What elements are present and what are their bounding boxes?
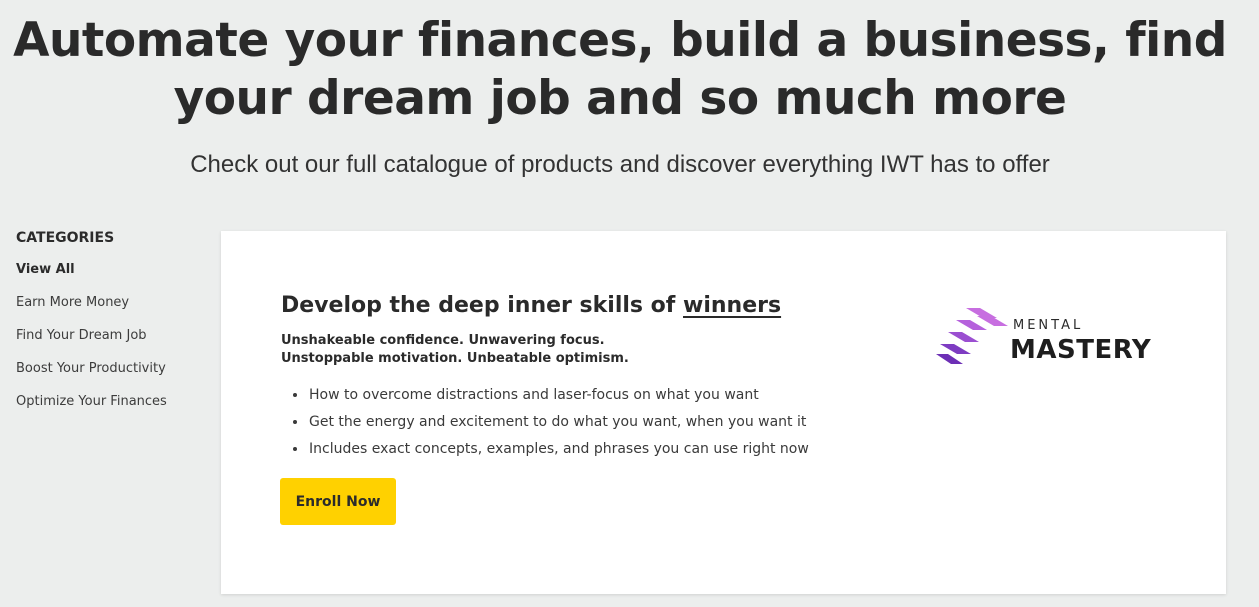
sidebar-item-boost-your-productivity[interactable]: Boost Your Productivity: [16, 360, 206, 378]
mental-mastery-logo: MENTAL MASTERY: [936, 304, 1156, 374]
product-tagline: Unshakeable confidence. Unwavering focus…: [281, 332, 629, 368]
product-benefits-list: How to overcome distractions and laser-f…: [281, 382, 809, 463]
product-title-prefix: Develop the deep inner skills of: [281, 293, 684, 318]
sidebar-item-earn-more-money[interactable]: Earn More Money: [16, 294, 206, 312]
product-title: Develop the deep inner skills of winners: [281, 291, 781, 321]
list-item: How to overcome distractions and laser-f…: [308, 382, 809, 409]
list-item: Get the energy and excitement to do what…: [308, 409, 809, 436]
sidebar-item-find-your-dream-job[interactable]: Find Your Dream Job: [16, 327, 206, 345]
stairs-logo-icon: [936, 308, 1008, 364]
product-card: Develop the deep inner skills of winners…: [221, 231, 1226, 594]
list-item: Includes exact concepts, examples, and p…: [308, 436, 809, 463]
product-tagline-line-2: Unstoppable motivation. Unbeatable optim…: [281, 351, 629, 366]
product-tagline-line-1: Unshakeable confidence. Unwavering focus…: [281, 333, 605, 348]
page-title: Automate your finances, build a business…: [0, 12, 1240, 128]
product-title-emphasis: winners: [683, 293, 782, 318]
enroll-now-button[interactable]: Enroll Now: [280, 478, 396, 525]
sidebar-item-optimize-your-finances[interactable]: Optimize Your Finances: [16, 393, 206, 411]
categories-heading: CATEGORIES: [16, 230, 115, 246]
page-title-line-2: your dream job and so much more: [173, 71, 1067, 126]
categories-sidebar: CATEGORIES View All Earn More Money Find…: [16, 229, 206, 426]
sidebar-item-view-all[interactable]: View All: [16, 261, 206, 279]
page-subtitle: Check out our full catalogue of products…: [190, 151, 1050, 178]
logo-text-mental: MENTAL: [1013, 318, 1084, 333]
page-title-line-1: Automate your finances, build a business…: [13, 13, 1227, 68]
logo-text-mastery: MASTERY: [1010, 335, 1152, 365]
